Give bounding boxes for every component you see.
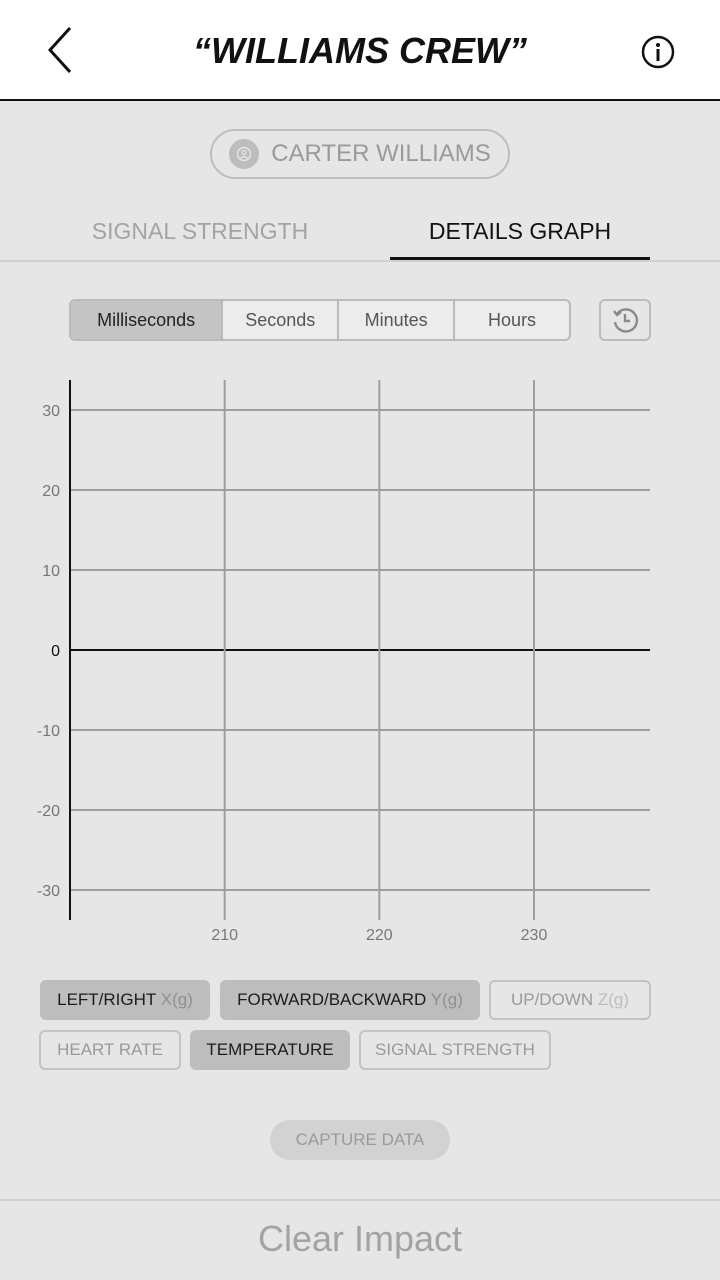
chevron-left-icon <box>47 26 72 74</box>
time-unit-selector: Milliseconds Seconds Minutes Hours <box>69 299 571 341</box>
page-title: “WILLIAMS CREW” <box>193 30 527 71</box>
info-icon <box>641 35 675 69</box>
info-button[interactable] <box>640 34 676 70</box>
filter-signal-strength-chip[interactable]: SIGNAL STRENGTH <box>359 1030 551 1070</box>
filter-temperature-chip[interactable]: TEMPERATURE <box>190 1030 350 1070</box>
tab-details-graph[interactable]: DETAILS GRAPH <box>390 200 650 260</box>
time-unit-milliseconds[interactable]: Milliseconds <box>71 301 224 339</box>
y-tick-label: 30 <box>42 403 60 420</box>
y-tick-label: -30 <box>37 883 60 900</box>
filter-label: UP/DOWN <box>510 990 594 1009</box>
filter-forward-backward-chip[interactable]: FORWARD/BACKWARD Y(g) <box>220 980 480 1020</box>
x-tick-label: 220 <box>366 927 393 944</box>
time-unit-seconds[interactable]: Seconds <box>223 301 340 339</box>
history-icon <box>613 308 639 333</box>
y-tick-label: 20 <box>42 483 60 500</box>
clear-impact-button[interactable]: Clear Impact <box>0 1199 720 1280</box>
tab-signal-strength[interactable]: SIGNAL STRENGTH <box>70 200 330 260</box>
filter-heart-rate-chip[interactable]: HEART RATE <box>39 1030 181 1070</box>
y-tick-label: -20 <box>37 803 60 820</box>
details-graph-chart: 30 20 10 0 -10 -20 -30 210 220 230 <box>37 380 650 944</box>
capture-data-button[interactable]: CAPTURE DATA <box>270 1120 450 1160</box>
filter-unit: Y(g) <box>430 990 463 1009</box>
back-button[interactable] <box>40 22 84 78</box>
user-icon <box>236 146 252 162</box>
user-selector[interactable]: CARTER WILLIAMS <box>210 129 510 179</box>
tab-bar: SIGNAL STRENGTH DETAILS GRAPH <box>0 200 720 262</box>
filter-left-right-chip[interactable]: LEFT/RIGHT X(g) <box>40 980 210 1020</box>
filter-unit: Z(g) <box>597 990 630 1009</box>
time-unit-hours[interactable]: Hours <box>455 301 569 339</box>
filter-label: FORWARD/BACKWARD <box>237 990 427 1009</box>
filter-label: HEART RATE <box>57 1040 163 1059</box>
filter-up-down-chip[interactable]: UP/DOWN Z(g) <box>489 980 651 1020</box>
header-bar: “WILLIAMS CREW” <box>0 0 720 101</box>
filter-label: LEFT/RIGHT <box>57 990 156 1009</box>
filter-label: SIGNAL STRENGTH <box>375 1040 535 1059</box>
x-tick-label: 210 <box>211 927 238 944</box>
x-tick-label: 230 <box>521 927 548 944</box>
user-name: CARTER WILLIAMS <box>271 140 491 167</box>
y-tick-label: 10 <box>42 563 60 580</box>
time-unit-minutes[interactable]: Minutes <box>339 301 456 339</box>
filter-label: TEMPERATURE <box>206 1040 334 1059</box>
y-tick-label: 0 <box>51 643 60 660</box>
y-tick-label: -10 <box>37 723 60 740</box>
filter-unit: X(g) <box>160 990 193 1009</box>
history-button[interactable] <box>599 299 651 341</box>
avatar <box>229 139 260 169</box>
